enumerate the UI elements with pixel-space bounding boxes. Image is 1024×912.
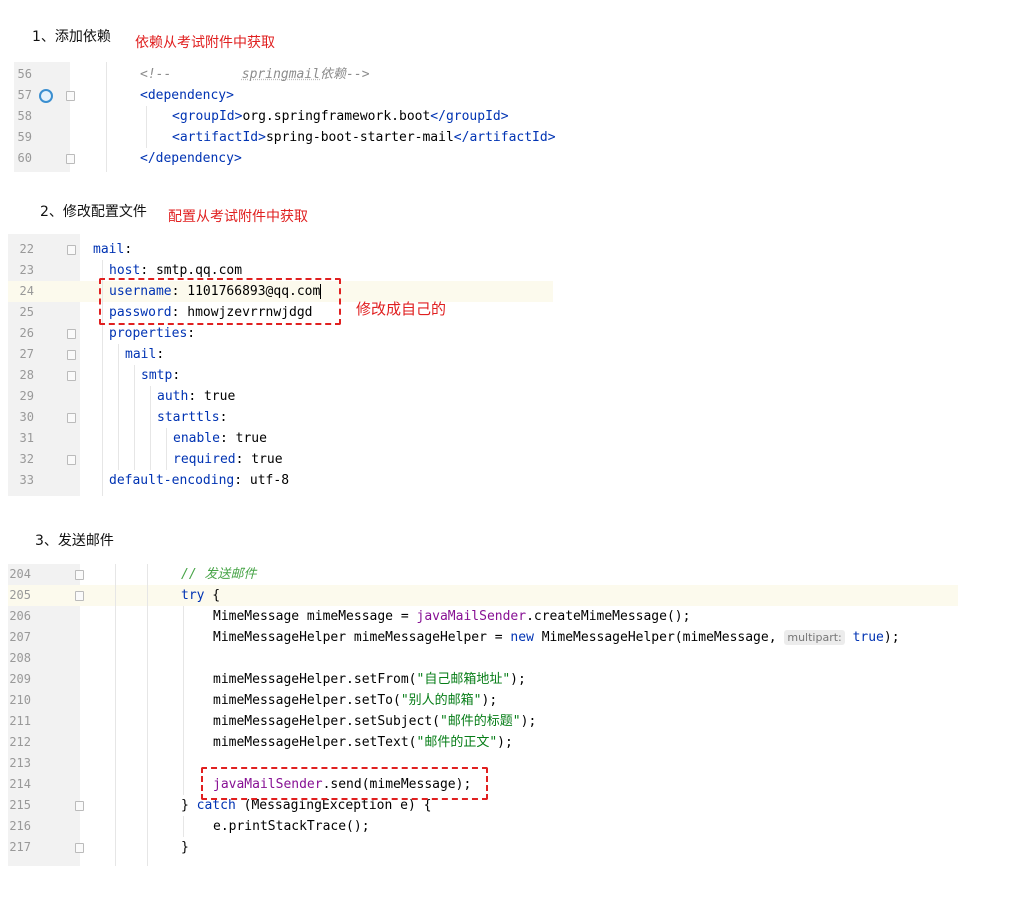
fold-marker-icon[interactable]: [75, 801, 84, 811]
code-line-206[interactable]: MimeMessage mimeMessage = javaMailSender…: [213, 606, 690, 627]
code-line-59[interactable]: <artifactId>spring-boot-starter-mail</ar…: [172, 127, 556, 148]
line-number: 29: [19, 389, 34, 403]
line-number: 59: [17, 130, 32, 144]
line-number: 32: [19, 452, 34, 466]
code-line-204[interactable]: // 发送邮件: [181, 564, 256, 585]
yaml-required[interactable]: required: true: [173, 449, 283, 470]
line-number: 23: [19, 263, 34, 277]
fold-marker-icon[interactable]: [75, 843, 84, 853]
code-panel-java: 204 205 206 207 208 209 210 211 212 213 …: [8, 564, 958, 866]
line-number: 210: [9, 693, 31, 707]
code-line-216[interactable]: e.printStackTrace();: [213, 816, 370, 837]
fold-marker-icon[interactable]: [67, 245, 76, 255]
line-number: 208: [9, 651, 31, 665]
line-number: 204: [9, 567, 31, 581]
fold-marker-icon[interactable]: [67, 329, 76, 339]
step3-heading: 3、发送邮件: [35, 533, 114, 549]
highlight-box-credentials: [99, 278, 341, 325]
fold-marker-icon[interactable]: [67, 413, 76, 423]
fold-marker-icon[interactable]: [66, 154, 75, 164]
fold-marker-icon[interactable]: [67, 455, 76, 465]
yaml-enable[interactable]: enable: true: [173, 428, 267, 449]
line-number: 206: [9, 609, 31, 623]
line-number: 207: [9, 630, 31, 644]
implementation-gutter-icon[interactable]: [39, 89, 53, 103]
code-line-60[interactable]: </dependency>: [140, 148, 242, 169]
line-number: 58: [17, 109, 32, 123]
yaml-auth[interactable]: auth: true: [157, 386, 235, 407]
code-line-207[interactable]: MimeMessageHelper mimeMessageHelper = ne…: [213, 627, 900, 648]
line-number: 213: [9, 756, 31, 770]
line-number: 33: [19, 473, 34, 487]
fold-marker-icon[interactable]: [67, 371, 76, 381]
yaml-mail[interactable]: mail:: [93, 239, 132, 260]
line-number: 60: [17, 151, 32, 165]
line-number: 56: [17, 67, 32, 81]
line-number: 212: [9, 735, 31, 749]
line-number: 217: [9, 840, 31, 854]
line-number: 30: [19, 410, 34, 424]
step2-note: 配置从考试附件中获取: [168, 209, 308, 225]
line-number: 209: [9, 672, 31, 686]
line-number: 214: [9, 777, 31, 791]
code-line-58[interactable]: <groupId>org.springframework.boot</group…: [172, 106, 509, 127]
code-line-217[interactable]: }: [181, 837, 189, 858]
yaml-mail-nested[interactable]: mail:: [125, 344, 164, 365]
code-line-209[interactable]: mimeMessageHelper.setFrom("自己邮箱地址");: [213, 669, 526, 690]
line-number: 31: [19, 431, 34, 445]
code-line-56[interactable]: <!-- springmail依赖-->: [140, 64, 370, 85]
line-number: 22: [19, 242, 34, 256]
highlight-box-send: [201, 767, 488, 800]
line-number: 216: [9, 819, 31, 833]
yaml-default-encoding[interactable]: default-encoding: utf-8: [109, 470, 289, 491]
code-panel-yaml: 22 23 24 25 26 27 28 29 30 31 32 33 mail…: [8, 234, 553, 496]
line-number: 26: [19, 326, 34, 340]
line-number: 28: [19, 368, 34, 382]
yaml-starttls[interactable]: starttls:: [157, 407, 227, 428]
step1-note: 依赖从考试附件中获取: [135, 35, 275, 51]
code-panel-pom: 56 57 58 59 60 <!-- springmail依赖--> <dep…: [14, 62, 614, 172]
line-number: 25: [19, 305, 34, 319]
line-number: 205: [9, 588, 31, 602]
parameter-hint: multipart:: [784, 630, 845, 645]
line-number: 211: [9, 714, 31, 728]
credentials-annotation: 修改成自己的: [356, 300, 447, 318]
code-line-210[interactable]: mimeMessageHelper.setTo("别人的邮箱");: [213, 690, 497, 711]
fold-marker-icon[interactable]: [75, 570, 84, 580]
code-line-57[interactable]: <dependency>: [140, 85, 234, 106]
line-number: 27: [19, 347, 34, 361]
line-number: 24: [19, 284, 34, 298]
fold-marker-icon[interactable]: [75, 591, 84, 601]
code-line-211[interactable]: mimeMessageHelper.setSubject("邮件的标题");: [213, 711, 536, 732]
step1-heading: 1、添加依赖: [32, 29, 111, 45]
code-line-205[interactable]: try {: [181, 585, 220, 606]
line-number: 57: [17, 88, 32, 102]
line-number: 215: [9, 798, 31, 812]
yaml-properties[interactable]: properties:: [109, 323, 195, 344]
step2-heading: 2、修改配置文件: [40, 204, 147, 220]
fold-marker-icon[interactable]: [66, 91, 75, 101]
code-line-212[interactable]: mimeMessageHelper.setText("邮件的正文");: [213, 732, 513, 753]
fold-marker-icon[interactable]: [67, 350, 76, 360]
yaml-smtp[interactable]: smtp:: [141, 365, 180, 386]
